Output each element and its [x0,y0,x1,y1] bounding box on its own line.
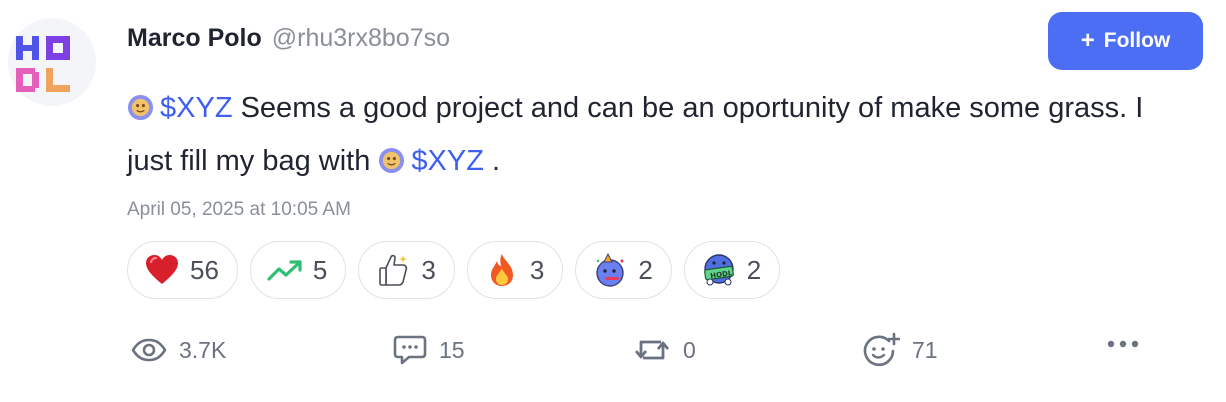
eye-icon [131,338,167,362]
token-coin-icon [127,94,154,121]
engagement-bar: 3.7K 15 0 71 [131,330,1151,370]
comments-count: 15 [439,336,465,363]
red-heart-icon [144,252,180,288]
reaction-count: 3 [529,254,545,285]
post-body: $XYZ Seems a good project and can be an … [127,82,1187,188]
thumbs-up-icon [375,252,411,288]
party-blob-icon [592,252,628,288]
more-options-button[interactable] [1106,336,1140,354]
post-header: Marco Polo @rhu3rx8bo7so [127,24,450,58]
reaction-trending[interactable]: 5 [249,241,347,299]
avatar[interactable] [8,18,96,106]
trending-up-icon [267,252,303,288]
reaction-count: 2 [638,254,653,285]
author-handle[interactable]: @rhu3rx8bo7so [272,24,450,53]
follow-button-label: Follow [1103,29,1171,52]
reaction-fire[interactable]: 3 [466,241,564,299]
reaction-count: 2 [746,254,762,285]
post-text-segment: . [483,145,501,177]
post-card: Marco Polo @rhu3rx8bo7so + Follow $XYZ S… [127,0,1217,402]
reaction-thumbs-up[interactable]: 3 [358,241,455,299]
reaction-count: 5 [312,254,328,285]
tip-button[interactable]: 71 [862,330,938,370]
reaction-count: 56 [190,254,219,285]
more-horizontal-icon [1107,340,1139,348]
post-timestamp: April 05, 2025 at 10:05 AM [127,199,351,220]
repost-button[interactable]: 0 [633,330,696,370]
hodl-blob-icon: HODL [701,252,737,288]
reaction-heart[interactable]: 56 [127,241,238,299]
token-link[interactable]: $XYZ [160,92,233,124]
reaction-hodl-blob[interactable]: HODL 2 [683,241,781,299]
hodl-logo-icon [16,36,70,92]
add-reaction-icon [863,332,900,367]
follow-button[interactable]: + Follow [1048,12,1203,70]
repost-icon [634,340,670,360]
author-name[interactable]: Marco Polo [127,24,262,53]
reposts-count: 0 [683,336,696,363]
views-stat[interactable]: 3.7K [131,330,226,370]
plus-icon: + [1080,27,1095,54]
reaction-party-blob[interactable]: 2 [575,241,672,299]
comment-icon [393,335,427,365]
reaction-bar: 56 5 3 3 2 HODL 2 [127,241,781,299]
post-text-segment: Seems a good project and can be an oport… [127,92,1144,177]
fire-icon [484,252,520,288]
reaction-count: 3 [421,254,436,285]
views-count: 3.7K [179,336,227,363]
comment-button[interactable]: 15 [393,330,465,370]
tips-count: 71 [912,336,938,363]
token-link[interactable]: $XYZ [411,145,484,177]
token-coin-icon [379,147,405,174]
